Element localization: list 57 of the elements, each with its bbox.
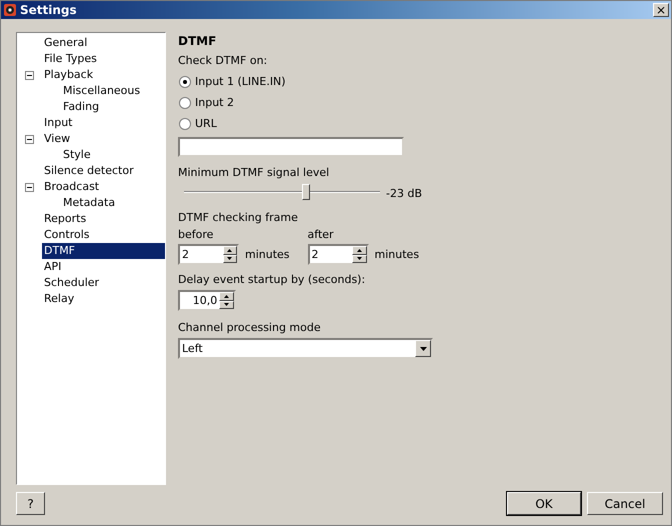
tree-item[interactable]: API — [42, 259, 64, 275]
field-label: Delay event startup by (seconds): — [178, 273, 366, 286]
tree-item[interactable]: Input — [42, 115, 74, 131]
speaker-icon — [3, 3, 17, 17]
tree-item[interactable]: Scheduler — [42, 275, 102, 291]
tree-item[interactable]: Fading — [61, 99, 102, 115]
radio-button[interactable] — [179, 118, 191, 130]
up-arrow-icon — [227, 248, 232, 252]
channel-dropdown[interactable]: Left — [178, 338, 433, 359]
tree-item[interactable]: Broadcast — [42, 179, 102, 195]
minutes-spinbox[interactable]: 2 — [308, 244, 369, 265]
tree-item[interactable]: General — [42, 35, 90, 51]
tree-item[interactable]: Metadata — [61, 195, 118, 211]
tree-item[interactable]: Controls — [42, 227, 92, 243]
field-label: Minimum DTMF signal level — [178, 166, 330, 179]
tree-item[interactable]: DTMF — [42, 243, 165, 259]
radio-button[interactable] — [179, 76, 191, 88]
down-arrow-icon — [356, 257, 362, 260]
field-label: DTMF checking frame — [178, 211, 299, 224]
delay-spinbox[interactable]: 10,0 — [178, 290, 236, 311]
collapse-icon[interactable] — [25, 134, 34, 144]
tree-item[interactable]: View — [42, 131, 72, 147]
ok-button[interactable]: OK — [507, 492, 581, 515]
unit-label: minutes — [245, 248, 290, 261]
field-label: Check DTMF on: — [178, 54, 268, 67]
level-reading: -23 dB — [386, 186, 422, 200]
radio-label: Input 2 — [195, 96, 234, 109]
tree-item[interactable]: Silence detector — [42, 163, 136, 179]
tree-item[interactable]: File Types — [42, 51, 99, 67]
up-arrow-icon — [224, 294, 230, 298]
url-field[interactable] — [178, 137, 404, 157]
tree-item[interactable]: Playback — [42, 67, 96, 83]
field-label: Channel processing mode — [178, 321, 322, 334]
tree-item[interactable]: Reports — [42, 211, 88, 227]
level-slider[interactable] — [184, 183, 380, 203]
section-title: DTMF — [178, 34, 218, 48]
cancel-button[interactable]: Cancel — [587, 492, 663, 515]
up-arrow-icon — [356, 248, 362, 252]
down-arrow-icon — [224, 303, 230, 306]
close-button[interactable]: × — [653, 3, 669, 17]
minutes-spinbox[interactable]: 2 — [178, 244, 239, 265]
window-title: Settings — [20, 3, 78, 17]
slider-thumb[interactable] — [302, 184, 310, 200]
tree-item[interactable]: Miscellaneous — [61, 83, 142, 99]
unit-label: minutes — [374, 248, 420, 261]
dropdown-arrow-icon — [420, 346, 426, 350]
tree-item[interactable]: Style — [61, 147, 93, 163]
collapse-icon[interactable] — [25, 70, 34, 80]
field-label: before — [178, 228, 214, 241]
collapse-icon[interactable] — [25, 182, 34, 192]
radio-button[interactable] — [179, 96, 191, 108]
tree-item[interactable]: Relay — [42, 291, 76, 307]
down-arrow-icon — [227, 257, 232, 260]
radio-label: URL — [195, 117, 217, 130]
radio-label: Input 1 (LINE.IN) — [195, 75, 286, 88]
help-button[interactable]: ? — [16, 492, 45, 515]
field-label: after — [308, 228, 335, 241]
